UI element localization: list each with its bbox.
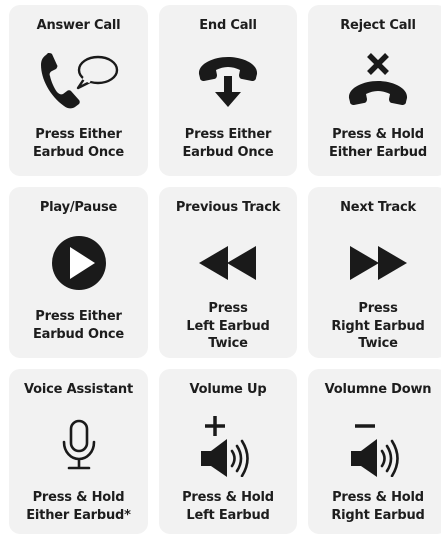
- instruction-line: Right Earbud: [331, 507, 425, 523]
- card-title: Next Track: [340, 200, 416, 215]
- card-instructions: Press Either Earbud Once: [9, 308, 148, 343]
- instruction-line: Either Earbud*: [26, 507, 131, 523]
- instruction-line: Press: [358, 301, 398, 316]
- controls-grid: Answer Call Press Either Earbud Once End…: [0, 0, 441, 538]
- microphone-icon: [9, 411, 148, 479]
- card-instructions: Press Either Earbud Once: [9, 126, 148, 161]
- instruction-line: Press & Hold: [332, 490, 424, 505]
- card-instructions: Press & Hold Either Earbud: [308, 126, 441, 161]
- fast-forward-icon: [308, 229, 441, 297]
- card-reject-call: Reject Call Press & Hold Either Earbud: [308, 5, 441, 176]
- card-title: Volume Up: [189, 382, 267, 397]
- instruction-line: Twice: [208, 336, 248, 351]
- card-instructions: Press & Hold Left Earbud: [159, 489, 297, 524]
- instruction-line: Earbud Once: [32, 326, 125, 342]
- card-instructions: Press Left Earbud Twice: [159, 300, 297, 353]
- instruction-line: Press & Hold: [182, 490, 274, 505]
- instruction-line: Earbud Once: [182, 144, 274, 160]
- hang-up-arrow-icon: [159, 47, 297, 115]
- card-title: Previous Track: [175, 200, 281, 215]
- phone-speech-icon: [9, 47, 148, 115]
- reject-call-icon: [308, 47, 441, 115]
- instruction-line: Press & Hold: [32, 490, 125, 505]
- card-volume-up: Volume Up Press & Hold Left Earbud: [159, 369, 297, 534]
- card-instructions: Press Either Earbud Once: [159, 126, 297, 161]
- instruction-line: Twice: [358, 336, 398, 351]
- instruction-line: Press & Hold: [332, 127, 424, 142]
- card-instructions: Press & Hold Right Earbud: [308, 489, 441, 524]
- instruction-line: Earbud Once: [32, 144, 125, 160]
- card-next-track: Next Track Press Right Earbud Twice: [308, 187, 441, 358]
- card-end-call: End Call Press Either Earbud Once: [159, 5, 297, 176]
- card-title: Reject Call: [340, 18, 416, 33]
- rewind-icon: [159, 229, 297, 297]
- instruction-line: Either Earbud: [329, 144, 427, 160]
- card-title: Answer Call: [36, 18, 121, 33]
- instruction-line: Press Either: [184, 127, 272, 142]
- card-previous-track: Previous Track Press Left Earbud Twice: [159, 187, 297, 358]
- card-title: Volumne Down: [324, 382, 432, 397]
- instruction-line: Left Earbud: [186, 318, 270, 334]
- card-title: End Call: [199, 18, 257, 33]
- instruction-line: Right Earbud: [331, 318, 425, 334]
- card-answer-call: Answer Call Press Either Earbud Once: [9, 5, 148, 176]
- instruction-line: Press: [208, 301, 248, 316]
- card-instructions: Press Right Earbud Twice: [308, 300, 441, 353]
- instruction-line: Left Earbud: [186, 507, 270, 523]
- card-voice-assistant: Voice Assistant Press & Hold Either Earb…: [9, 369, 148, 534]
- play-icon: [9, 229, 148, 297]
- card-title: Play/Pause: [39, 200, 118, 215]
- card-play-pause: Play/Pause Press Either Earbud Once: [9, 187, 148, 358]
- instruction-line: Press Either: [35, 127, 122, 142]
- volume-up-icon: [159, 411, 297, 479]
- instruction-line: Press Either: [35, 309, 122, 324]
- card-volume-down: Volumne Down Press & Hold Right Earbud: [308, 369, 441, 534]
- card-instructions: Press & Hold Either Earbud*: [9, 489, 148, 524]
- volume-down-icon: [308, 411, 441, 479]
- card-title: Voice Assistant: [24, 382, 133, 397]
